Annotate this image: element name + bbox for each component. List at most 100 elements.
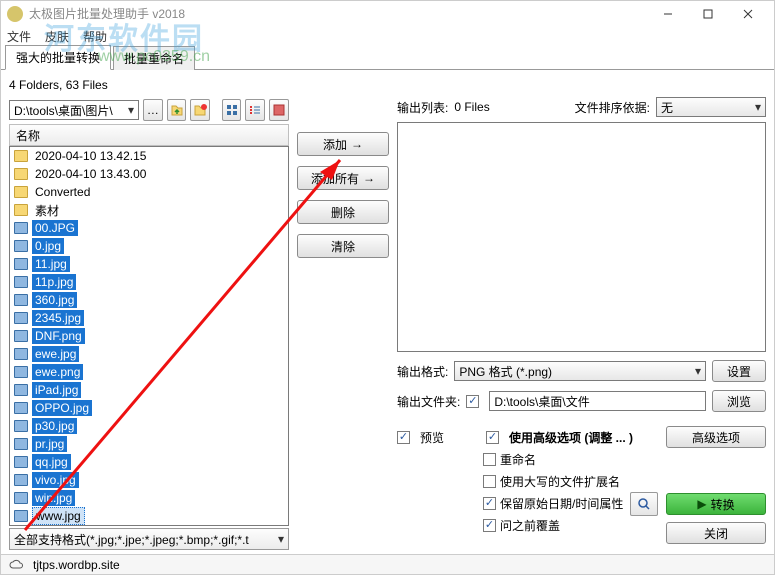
out-format-label: 输出格式: [397, 363, 448, 380]
folder-file-count: 4 Folders, 63 Files [9, 74, 766, 96]
list-item[interactable]: 素材 [10, 201, 288, 219]
file-name: 2345.jpg [32, 310, 84, 326]
list-item[interactable]: pr.jpg [10, 435, 288, 453]
list-item[interactable]: 0.jpg [10, 237, 288, 255]
view-large-button[interactable] [222, 99, 242, 121]
file-icon [14, 312, 28, 324]
minimize-button[interactable] [648, 2, 688, 26]
menu-help[interactable]: 帮助 [83, 28, 107, 45]
menu-skin[interactable]: 皮肤 [45, 28, 69, 45]
list-item[interactable]: ewe.png [10, 363, 288, 381]
close-dialog-button[interactable]: 关闭 [666, 522, 766, 544]
chevron-down-icon: ▾ [695, 364, 701, 378]
list-item[interactable]: 360.jpg [10, 291, 288, 309]
out-format-combo[interactable]: PNG 格式 (*.png) ▾ [454, 361, 706, 381]
file-name: www.jpg [32, 507, 85, 525]
list-item[interactable]: 2345.jpg [10, 309, 288, 327]
list-item[interactable]: 11.jpg [10, 255, 288, 273]
list-item[interactable]: ewe.jpg [10, 345, 288, 363]
file-name: DNF.png [32, 328, 85, 344]
list-item[interactable]: 11p.jpg [10, 273, 288, 291]
list-item[interactable]: OPPO.jpg [10, 399, 288, 417]
file-name: 素材 [32, 201, 62, 220]
preview-checkbox[interactable] [397, 431, 410, 444]
list-header[interactable]: 名称 [9, 124, 289, 146]
file-icon [14, 222, 28, 234]
file-icon [14, 294, 28, 306]
file-name: 11p.jpg [32, 274, 76, 290]
menubar: 文件 皮肤 帮助 [1, 26, 774, 46]
uppercase-ext-checkbox[interactable] [483, 475, 496, 488]
settings-button[interactable]: 设置 [712, 360, 766, 382]
folder-icon [14, 186, 28, 198]
folder-icon [14, 150, 28, 162]
output-list-label: 输出列表: [397, 99, 448, 116]
file-icon [14, 330, 28, 342]
remove-button[interactable]: 删除 [297, 200, 389, 224]
new-folder-button[interactable] [190, 99, 210, 121]
list-item[interactable]: p30.jpg [10, 417, 288, 435]
maximize-button[interactable] [688, 2, 728, 26]
advanced-checkbox[interactable] [486, 431, 499, 444]
view-details-button[interactable] [269, 99, 289, 121]
close-button[interactable] [728, 2, 768, 26]
tab-rename[interactable]: 批量重命名 [113, 46, 195, 70]
view-list-button[interactable] [245, 99, 265, 121]
output-listbox[interactable] [397, 122, 766, 352]
statusbar: tjtps.wordbp.site [1, 554, 774, 574]
out-folder-checkbox[interactable] [466, 395, 479, 408]
file-name: 2020-04-10 13.43.00 [32, 166, 149, 182]
list-item[interactable]: 2020-04-10 13.43.00 [10, 165, 288, 183]
file-name: win.jpg [32, 490, 75, 506]
status-url: tjtps.wordbp.site [33, 558, 120, 572]
file-icon [14, 240, 28, 252]
list-item[interactable]: win.jpg [10, 489, 288, 507]
up-folder-button[interactable] [167, 99, 187, 121]
add-button[interactable]: 添加→ [297, 132, 389, 156]
list-item[interactable]: Converted [10, 183, 288, 201]
file-name: 2020-04-10 13.42.15 [32, 148, 149, 164]
uppercase-ext-label: 使用大写的文件扩展名 [500, 473, 620, 490]
advanced-options-button[interactable]: 高级选项 [666, 426, 766, 448]
path-value: D:\tools\桌面\图片\ [14, 102, 113, 119]
format-filter-combo[interactable]: 全部支持格式(*.jpg;*.jpe;*.jpeg;*.bmp;*.gif;*.… [9, 528, 289, 550]
file-name: pr.jpg [32, 436, 67, 452]
preview-zoom-button[interactable] [630, 492, 658, 516]
list-item[interactable]: iPad.jpg [10, 381, 288, 399]
file-name: ewe.png [32, 364, 83, 380]
list-item[interactable]: 2020-04-10 13.42.15 [10, 147, 288, 165]
browse-path-button[interactable]: … [143, 99, 163, 121]
file-name: 0.jpg [32, 238, 64, 254]
output-list-count: 0 Files [454, 100, 489, 114]
file-icon [14, 258, 28, 270]
list-item[interactable]: vivo.jpg [10, 471, 288, 489]
titlebar: 太极图片批量处理助手 v2018 [1, 1, 774, 26]
file-icon [14, 510, 28, 522]
list-item[interactable]: 00.JPG [10, 219, 288, 237]
file-name: p30.jpg [32, 418, 77, 434]
file-icon [14, 438, 28, 450]
path-combo[interactable]: D:\tools\桌面\图片\ ▾ [9, 100, 139, 120]
browse-button[interactable]: 浏览 [712, 390, 766, 412]
sort-combo[interactable]: 无 ▾ [656, 97, 766, 117]
file-name: qq.jpg [32, 454, 71, 470]
rename-checkbox[interactable] [483, 453, 496, 466]
chevron-down-icon: ▾ [755, 100, 761, 114]
chevron-down-icon: ▾ [128, 103, 134, 117]
app-icon [7, 6, 23, 22]
convert-button[interactable]: ▶转换 [666, 493, 766, 515]
list-item[interactable]: DNF.png [10, 327, 288, 345]
file-icon [14, 420, 28, 432]
file-list[interactable]: 2020-04-10 13.42.15 2020-04-10 13.43.00Co… [9, 146, 289, 526]
file-name: iPad.jpg [32, 382, 81, 398]
tab-convert[interactable]: 强大的批量转换 [5, 45, 111, 70]
list-item[interactable]: qq.jpg [10, 453, 288, 471]
menu-file[interactable]: 文件 [7, 28, 31, 45]
out-folder-input[interactable] [489, 391, 706, 411]
clear-button[interactable]: 清除 [297, 234, 389, 258]
add-all-button[interactable]: 添加所有→ [297, 166, 389, 190]
file-icon [14, 402, 28, 414]
preview-label: 预览 [420, 429, 444, 446]
file-icon [14, 492, 28, 504]
list-item[interactable]: www.jpg [10, 507, 288, 525]
